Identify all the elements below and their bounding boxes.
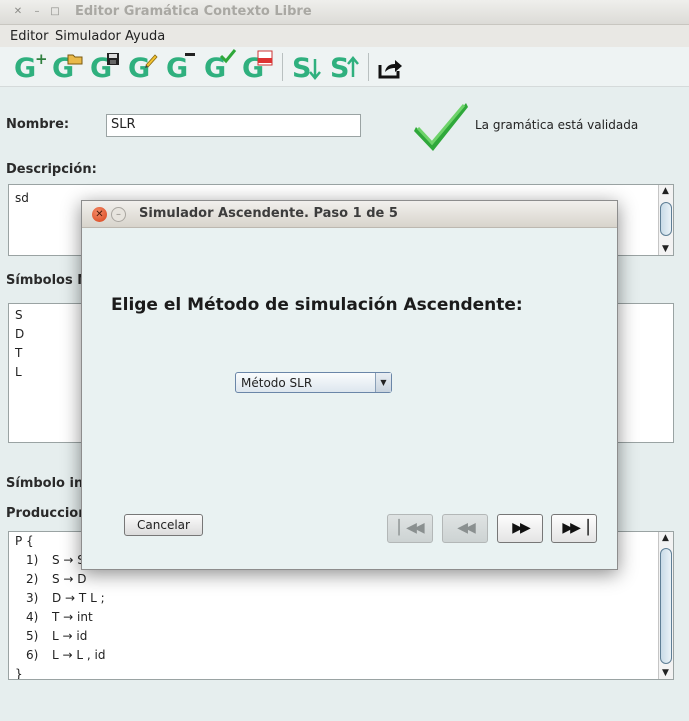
start-symbol-label: Símbolo in [6,476,84,491]
scroll-down-icon[interactable]: ▼ [662,244,669,254]
chevron-down-icon[interactable]: ▼ [375,373,391,392]
next-step-button[interactable]: ▶▶ [497,514,543,543]
productions-scrollbar[interactable]: ▲ ▼ [658,532,673,679]
pencil-icon [145,54,158,68]
minimize-icon[interactable]: – [30,5,44,19]
fast-forward-icon: ▶▶ [512,520,530,536]
window-titlebar: ✕ – □ Editor Gramática Contexto Libre [0,0,689,25]
nonterminal-item: D [15,327,25,341]
maximize-icon[interactable]: □ [48,5,62,19]
menu-simulador[interactable]: Simulador [55,29,121,44]
close-icon[interactable]: ✕ [92,207,107,222]
edit-grammar-button[interactable]: G [126,52,160,84]
validated-check-icon [414,103,468,151]
minus-icon [185,53,195,56]
scroll-up-icon[interactable]: ▲ [662,533,669,543]
productions-open: P { [15,534,34,548]
scroll-down-icon[interactable]: ▼ [662,668,669,678]
toolbar-separator [282,53,283,81]
remove-grammar-button[interactable]: G [164,52,198,84]
down-arrow-icon [309,59,321,80]
menu-editor[interactable]: Editor [10,29,48,44]
scroll-thumb[interactable] [660,202,672,236]
simulate-descending-button[interactable]: S [290,52,324,84]
dialog-titlebar: ✕ – Simulador Ascendente. Paso 1 de 5 [82,201,617,228]
close-icon[interactable]: ✕ [11,5,25,19]
productions-close: } [15,667,23,680]
open-grammar-button[interactable]: G [50,52,84,84]
rewind-icon: ◀◀ [457,520,475,536]
scroll-thumb[interactable] [660,548,672,664]
validate-grammar-button[interactable]: G [202,49,237,84]
new-grammar-button[interactable]: G + [12,50,48,84]
description-label: Descripción: [6,162,97,177]
scroll-up-icon[interactable]: ▲ [662,186,669,196]
name-field[interactable]: SLR [106,114,361,137]
previous-step-button[interactable]: ◀◀ [442,514,488,543]
skip-first-icon: ▏◀◀ [398,520,424,536]
nonterminal-item: T [15,346,23,360]
dialog-title: Simulador Ascendente. Paso 1 de 5 [139,206,398,221]
up-arrow-icon [347,56,359,77]
minimize-icon[interactable]: – [111,207,126,222]
first-step-button[interactable]: ▏◀◀ [387,514,433,543]
description-scrollbar[interactable]: ▲ ▼ [658,185,673,255]
description-text: sd [15,191,29,205]
dialog-heading: Elige el Método de simulación Ascendente… [111,295,523,315]
toolbar: G + G G G G G G S S [0,47,689,87]
validation-status: La gramática está validada [475,118,639,132]
skip-last-icon: ▶▶▕ [562,520,588,536]
export-pdf-button[interactable]: G [240,50,274,84]
plus-icon: + [35,50,48,68]
folder-icon [67,54,83,65]
nonterminals-label: Símbolos N [6,273,89,288]
simulate-ascending-button[interactable]: S [328,52,362,84]
save-grammar-button[interactable]: G [88,52,122,84]
method-select-value: Método SLR [241,376,313,390]
save-disk-icon [107,53,119,65]
nonterminal-item: L [15,365,22,379]
cancel-button[interactable]: Cancelar [124,514,203,536]
pdf-icon [257,50,273,66]
share-arrow-icon [378,60,402,79]
simulator-dialog: ✕ – Simulador Ascendente. Paso 1 de 5 El… [81,200,618,570]
menu-ayuda[interactable]: Ayuda [125,29,165,44]
productions-label: Produccion [6,506,88,521]
method-select[interactable]: Método SLR ▼ [235,372,392,393]
nonterminal-item: S [15,308,23,322]
menubar: Editor Simulador Ayuda [0,25,689,47]
check-icon [219,49,237,64]
name-label: Nombre: [6,117,70,132]
window-title: Editor Gramática Contexto Libre [75,4,312,19]
exit-button[interactable] [374,52,408,84]
last-step-button[interactable]: ▶▶▕ [551,514,597,543]
toolbar-separator [368,53,369,81]
